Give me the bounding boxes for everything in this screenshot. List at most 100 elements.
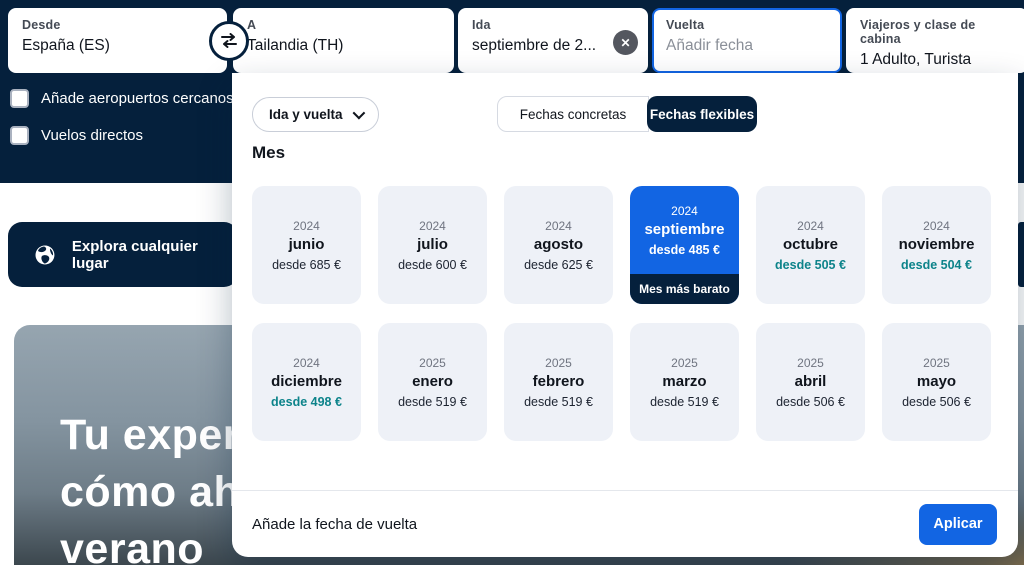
date-mode-tabs: Fechas concretas Fechas flexibles [497,96,757,132]
month-card-name: junio [288,235,325,253]
month-card-name: abril [794,372,827,390]
depart-label: Ida [472,18,491,32]
direct-flights-label: Vuelos directos [41,127,143,144]
month-card-content: 2024 diciembre desde 498 € [252,323,361,441]
month-card-febrero-2025[interactable]: 2025 febrero desde 519 € [504,323,613,441]
month-card-noviembre-2024[interactable]: 2024 noviembre desde 504 € [882,186,991,304]
explore-anywhere-button[interactable]: Explora cualquier lugar [8,222,238,287]
month-card-content: 2024 septiembre desde 485 € [630,186,739,274]
depart-value: septiembre de 2... [472,37,597,54]
apply-button[interactable]: Aplicar [919,503,997,545]
month-grid: 2024 junio desde 685 € 2024 julio desde 600 €… [252,186,998,441]
month-card-price: desde 498 € [271,394,342,409]
month-card-name: agosto [533,235,584,253]
month-card-julio-2024[interactable]: 2024 julio desde 600 € [378,186,487,304]
month-card-year: 2025 [671,355,698,370]
return-placeholder: Añadir fecha [666,37,754,54]
month-card-year: 2025 [545,355,572,370]
month-card-content: 2025 febrero desde 519 € [504,323,613,441]
month-card-price: desde 519 € [524,394,593,409]
month-card-content: 2024 junio desde 685 € [252,186,361,304]
direct-flights-option[interactable]: Vuelos directos [10,126,143,145]
month-card-year: 2024 [797,218,824,233]
travellers-cabin-field[interactable]: Viajeros y clase de cabina 1 Adulto, Tur… [846,8,1024,73]
month-card-junio-2024[interactable]: 2024 junio desde 685 € [252,186,361,304]
month-card-price: desde 506 € [902,394,971,409]
swap-arrows-icon [221,33,237,48]
month-card-price: desde 519 € [650,394,719,409]
clear-depart-date-button[interactable]: ✕ [613,30,638,55]
month-card-content: 2024 octubre desde 505 € [756,186,865,304]
month-card-year: 2024 [419,218,446,233]
depart-date-field[interactable]: Ida septiembre de 2... ✕ [458,8,648,73]
close-icon: ✕ [620,35,631,50]
month-card-name: mayo [916,372,957,390]
month-card-diciembre-2024[interactable]: 2024 diciembre desde 498 € [252,323,361,441]
destination-label: A [247,18,257,32]
month-card-name: febrero [532,372,585,390]
month-card-agosto-2024[interactable]: 2024 agosto desde 625 € [504,186,613,304]
nearby-airports-checkbox[interactable] [10,89,29,108]
direct-flights-checkbox[interactable] [10,126,29,145]
month-card-mayo-2025[interactable]: 2025 mayo desde 506 € [882,323,991,441]
flexible-dates-panel: Ida y vuelta Fechas concretas Fechas fle… [232,73,1018,557]
panel-footer: Añade la fecha de vuelta Aplicar [232,490,1018,557]
month-card-content: 2025 marzo desde 519 € [630,323,739,441]
trip-type-select[interactable]: Ida y vuelta [252,97,379,132]
month-card-price: desde 625 € [524,257,593,272]
travellers-label: Viajeros y clase de cabina [860,18,976,46]
month-card-year: 2024 [923,218,950,233]
month-card-name: septiembre [644,220,725,238]
month-section-title: Mes [252,143,286,162]
tab-flexible-dates[interactable]: Fechas flexibles [647,96,757,132]
month-card-abril-2025[interactable]: 2025 abril desde 506 € [756,323,865,441]
month-card-price: desde 600 € [398,257,467,272]
month-card-name: octubre [782,235,838,253]
partial-element-right-edge [1018,222,1024,287]
month-card-price: desde 485 € [649,242,720,257]
return-label: Vuelta [666,18,705,32]
origin-label: Desde [22,18,61,32]
tab-specific-dates[interactable]: Fechas concretas [497,96,649,132]
month-card-name: enero [412,372,453,390]
nearby-airports-option[interactable]: Añade aeropuertos cercanos [10,89,234,108]
origin-value: España (ES) [22,37,110,54]
globe-icon [35,245,55,264]
destination-value: Tailandia (TH) [247,37,344,54]
return-date-hint: Añade la fecha de vuelta [252,515,418,533]
nearby-airports-label: Añade aeropuertos cercanos [41,90,234,107]
month-card-price: desde 504 € [901,257,972,272]
origin-field[interactable]: Desde España (ES) [8,8,227,73]
month-card-year: 2024 [671,203,698,218]
month-card-enero-2025[interactable]: 2025 enero desde 519 € [378,323,487,441]
chevron-down-icon [352,106,365,120]
month-card-content: 2024 agosto desde 625 € [504,186,613,304]
month-card-name: marzo [662,372,707,390]
month-card-price: desde 685 € [272,257,341,272]
month-card-marzo-2025[interactable]: 2025 marzo desde 519 € [630,323,739,441]
month-card-name: julio [417,235,448,253]
month-card-content: 2025 enero desde 519 € [378,323,487,441]
month-card-content: 2025 abril desde 506 € [756,323,865,441]
swap-origin-destination-button[interactable] [209,21,249,61]
month-card-price: desde 506 € [776,394,845,409]
month-card-content: 2025 mayo desde 506 € [882,323,991,441]
month-card-year: 2024 [293,355,320,370]
hero-headline: Tu exper cómo ah verano [60,411,241,565]
month-card-septiembre-2024[interactable]: 2024 septiembre desde 485 € Mes más barato [630,186,739,304]
return-date-field[interactable]: Vuelta Añadir fecha [652,8,842,73]
month-card-octubre-2024[interactable]: 2024 octubre desde 505 € [756,186,865,304]
month-card-year: 2025 [419,355,446,370]
explore-anywhere-label: Explora cualquier lugar [71,237,198,272]
travellers-value: 1 Adulto, Turista [860,51,972,68]
month-card-content: 2024 julio desde 600 € [378,186,487,304]
month-card-name: diciembre [271,372,342,390]
month-card-year: 2025 [797,355,824,370]
month-card-name: noviembre [898,235,975,253]
trip-type-value: Ida y vuelta [269,107,343,122]
month-card-price: desde 519 € [398,394,467,409]
cheapest-month-badge: Mes más barato [630,274,739,304]
destination-field[interactable]: A Tailandia (TH) [233,8,454,73]
month-card-year: 2025 [923,355,950,370]
month-card-year: 2024 [545,218,572,233]
